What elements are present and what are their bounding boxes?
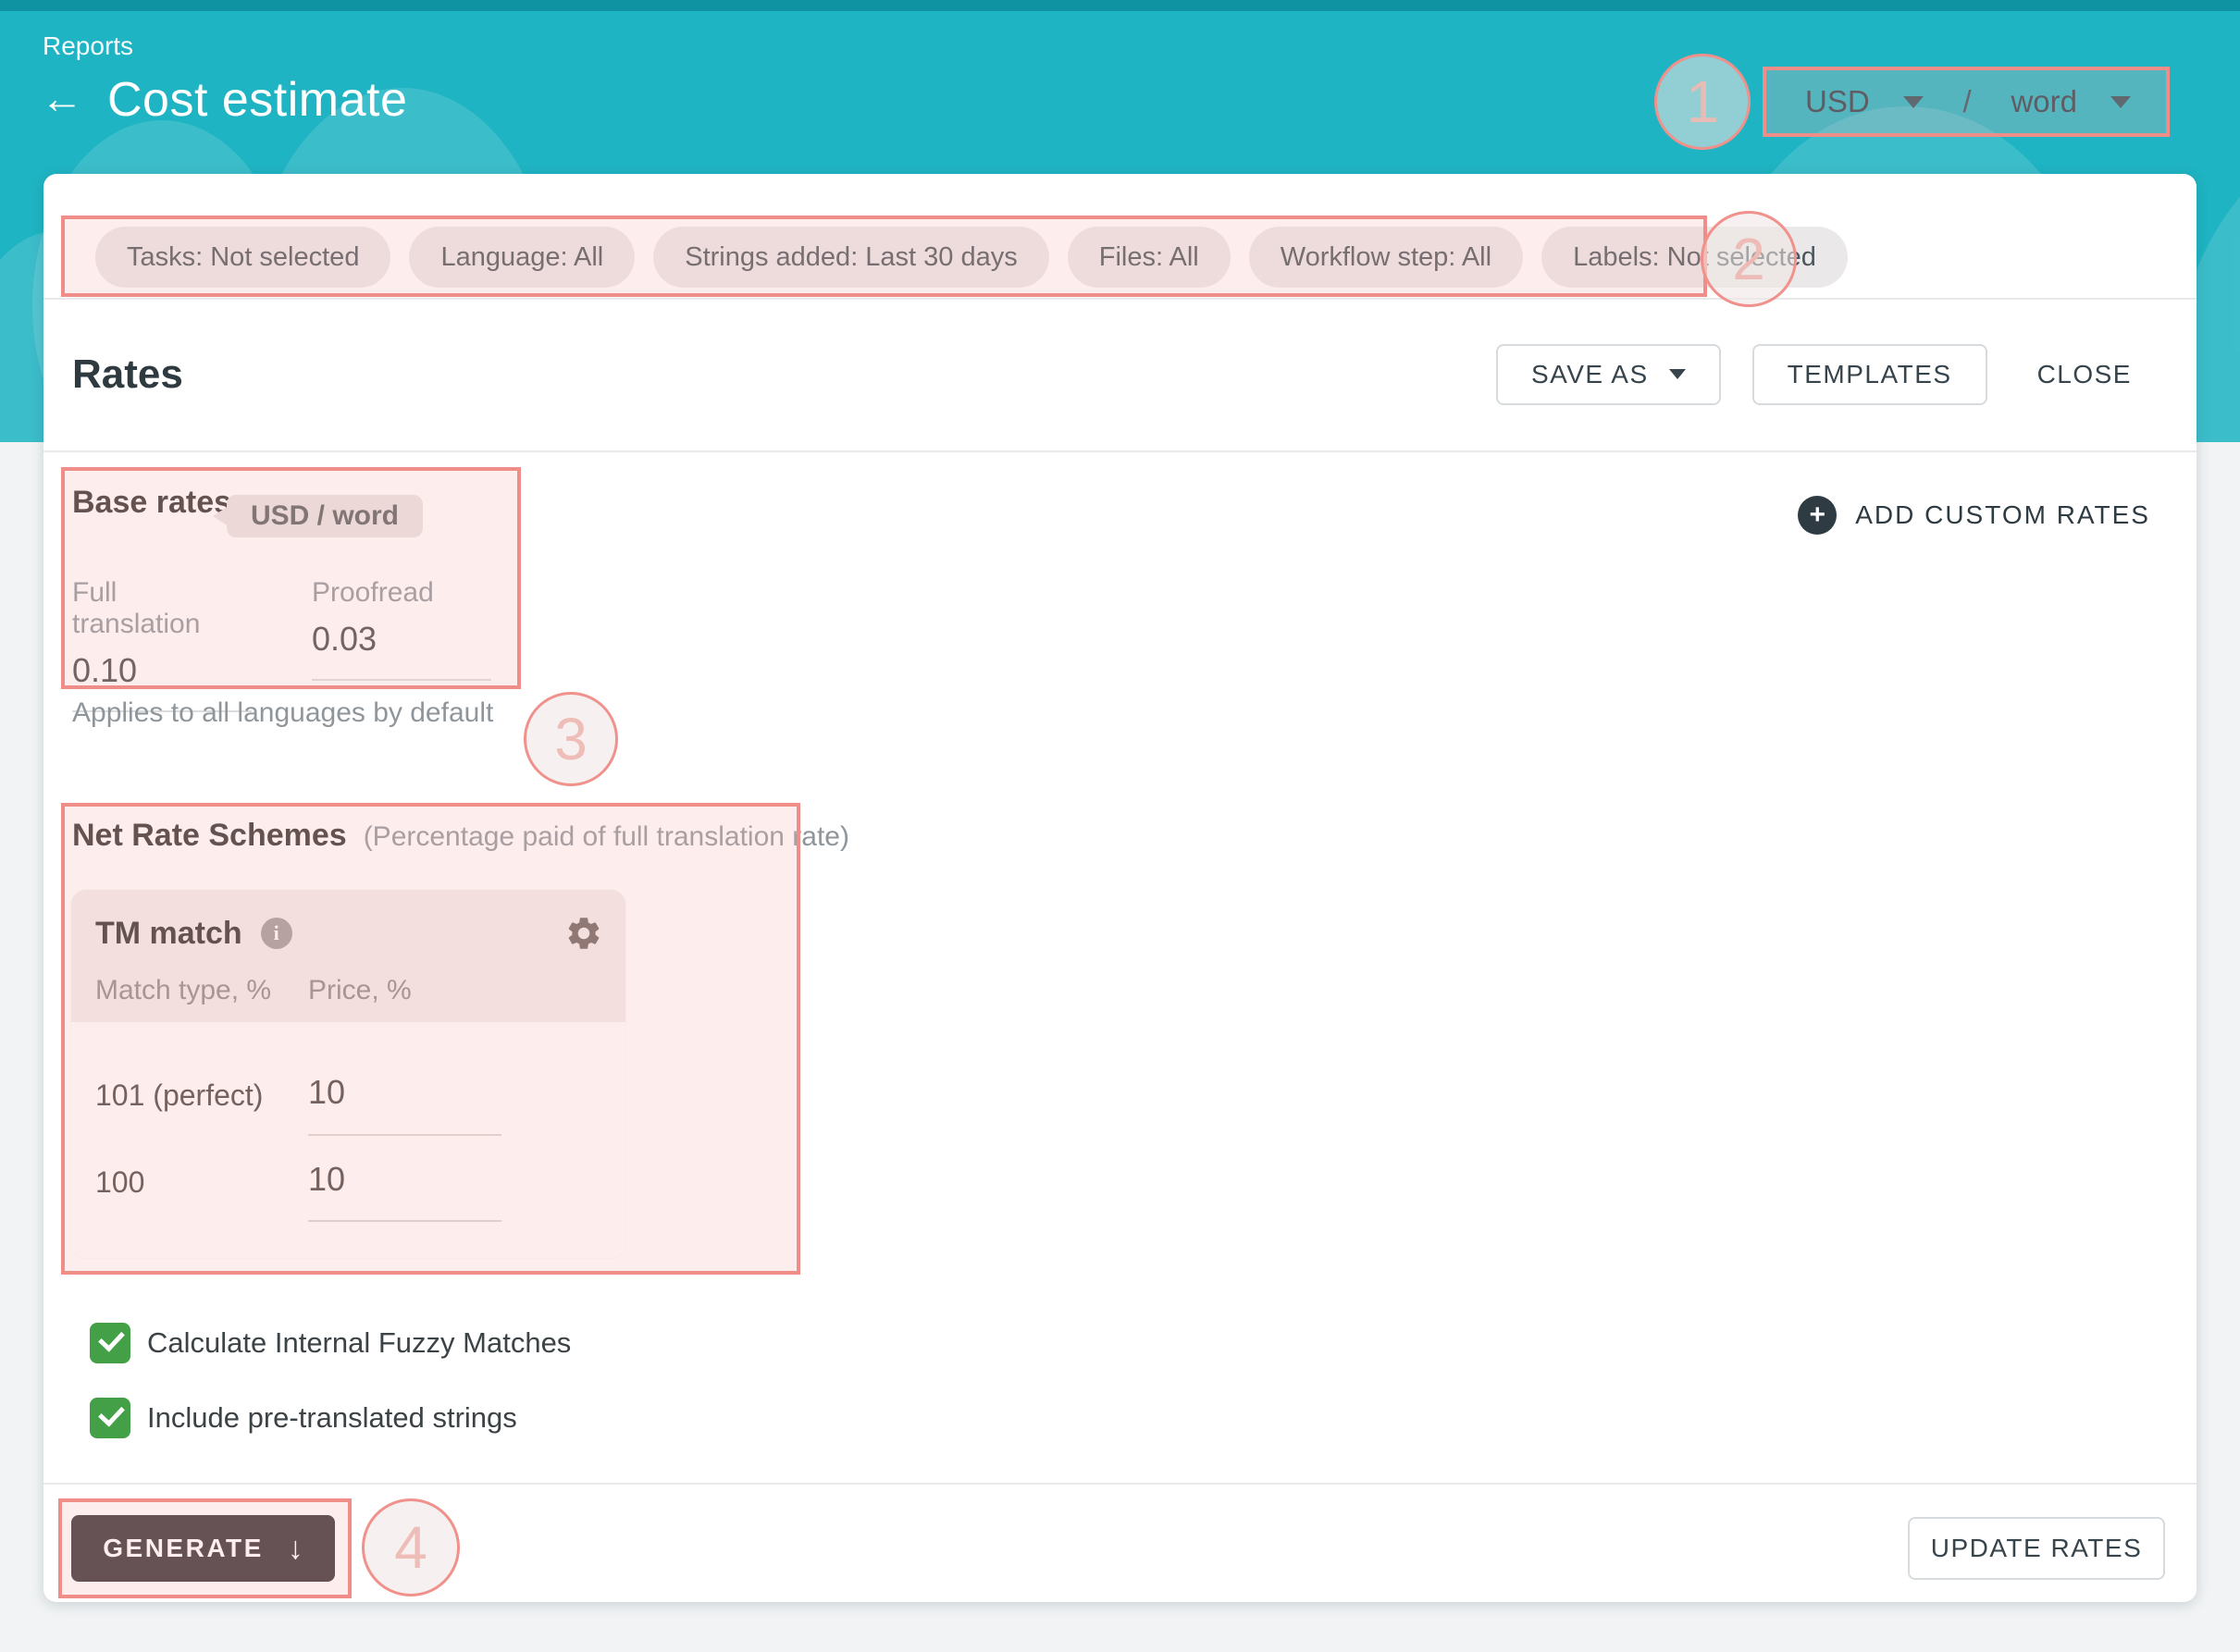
option-calculate-internal-fuzzy-matches[interactable]: Calculate Internal Fuzzy Matches <box>90 1323 571 1363</box>
price-input[interactable]: 10 <box>308 1073 345 1112</box>
input-underline <box>308 1220 501 1222</box>
full-translation-label: Full translation <box>72 577 252 640</box>
close-button[interactable]: CLOSE <box>2019 344 2150 405</box>
chip-labels[interactable]: Labels: Not selected <box>1541 227 1848 288</box>
report-card: Tasks: Not selected Language: All String… <box>43 174 2197 1602</box>
plus-circle-icon: + <box>1798 496 1837 535</box>
chip-language[interactable]: Language: All <box>409 227 635 288</box>
breadcrumb[interactable]: Reports <box>43 31 133 61</box>
price-input[interactable]: 10 <box>308 1160 345 1199</box>
option-label: Include pre-translated strings <box>147 1401 517 1435</box>
cost-estimate-page: Reports ← Cost estimate USD / word Tasks… <box>0 0 2240 1652</box>
tm-match-card: TM match i Match type, % Price, % 101 (p… <box>71 890 625 1258</box>
add-custom-rates-button[interactable]: + ADD CUSTOM RATES <box>1798 489 2150 541</box>
input-underline <box>308 1134 501 1136</box>
currency-separator: / <box>1962 84 1971 119</box>
filter-chips: Tasks: Not selected Language: All String… <box>95 227 1848 288</box>
unit-value: word <box>2011 84 2077 119</box>
checkbox-checked-icon[interactable] <box>90 1323 130 1363</box>
currency-dropdown[interactable]: USD <box>1805 84 1924 119</box>
tm-match-title-row: TM match i <box>95 912 292 955</box>
rates-title: Rates <box>72 351 183 398</box>
chip-workflow-step[interactable]: Workflow step: All <box>1249 227 1523 288</box>
currency-unit-selector: USD / word <box>1763 67 2170 137</box>
page-title: Cost estimate <box>107 72 407 128</box>
top-strip <box>0 0 2240 11</box>
proofread-field: Proofread 0.03 <box>312 577 491 681</box>
rates-actions: SAVE AS TEMPLATES CLOSE <box>1496 344 2150 405</box>
templates-button[interactable]: TEMPLATES <box>1752 344 1987 405</box>
back-arrow-icon[interactable]: ← <box>41 77 83 123</box>
unit-dropdown[interactable]: word <box>2011 84 2131 119</box>
chip-tasks[interactable]: Tasks: Not selected <box>95 227 390 288</box>
net-rate-schemes-title: Net Rate Schemes <box>72 818 347 854</box>
gear-icon[interactable] <box>564 914 603 953</box>
generate-label: GENERATE <box>103 1534 264 1563</box>
rates-header-row: Rates SAVE AS TEMPLATES CLOSE <box>72 298 2150 450</box>
templates-label: TEMPLATES <box>1788 360 1952 389</box>
base-rates-title: Base rates <box>72 485 231 521</box>
proofread-label: Proofread <box>312 577 491 609</box>
currency-value: USD <box>1805 84 1870 119</box>
checkbox-checked-icon[interactable] <box>90 1398 130 1438</box>
save-as-button[interactable]: SAVE AS <box>1496 344 1721 405</box>
match-type-value: 101 (perfect) <box>95 1079 263 1113</box>
chip-files[interactable]: Files: All <box>1068 227 1231 288</box>
caret-down-icon <box>1669 369 1686 379</box>
net-rate-schemes-subtitle: (Percentage paid of full translation rat… <box>364 821 849 853</box>
proofread-input[interactable]: 0.03 <box>312 620 491 681</box>
option-include-pre-translated-strings[interactable]: Include pre-translated strings <box>90 1398 517 1438</box>
add-custom-rates-label: ADD CUSTOM RATES <box>1855 500 2150 530</box>
update-rates-button[interactable]: UPDATE RATES <box>1908 1517 2165 1580</box>
net-rate-schemes-header: Net Rate Schemes (Percentage paid of ful… <box>72 818 849 854</box>
save-as-label: SAVE AS <box>1531 360 1649 389</box>
caret-down-icon <box>1903 96 1924 108</box>
divider <box>43 450 2197 452</box>
page-title-row: ← Cost estimate <box>41 72 407 128</box>
currency-unit-badge: USD / word <box>227 495 423 537</box>
price-column-header: Price, % <box>308 975 412 1006</box>
caret-down-icon <box>2110 96 2131 108</box>
match-type-column-header: Match type, % <box>95 975 271 1006</box>
match-type-value: 100 <box>95 1165 144 1200</box>
option-label: Calculate Internal Fuzzy Matches <box>147 1326 571 1360</box>
arrow-down-icon: ↓ <box>288 1531 303 1567</box>
chip-strings-added[interactable]: Strings added: Last 30 days <box>653 227 1049 288</box>
divider <box>43 1483 2197 1485</box>
info-icon[interactable]: i <box>261 918 292 949</box>
tm-match-title: TM match <box>95 916 242 952</box>
full-translation-field: Full translation 0.10 <box>72 577 252 712</box>
generate-button[interactable]: GENERATE ↓ <box>71 1515 335 1582</box>
base-rates-note: Applies to all languages by default <box>72 697 493 729</box>
